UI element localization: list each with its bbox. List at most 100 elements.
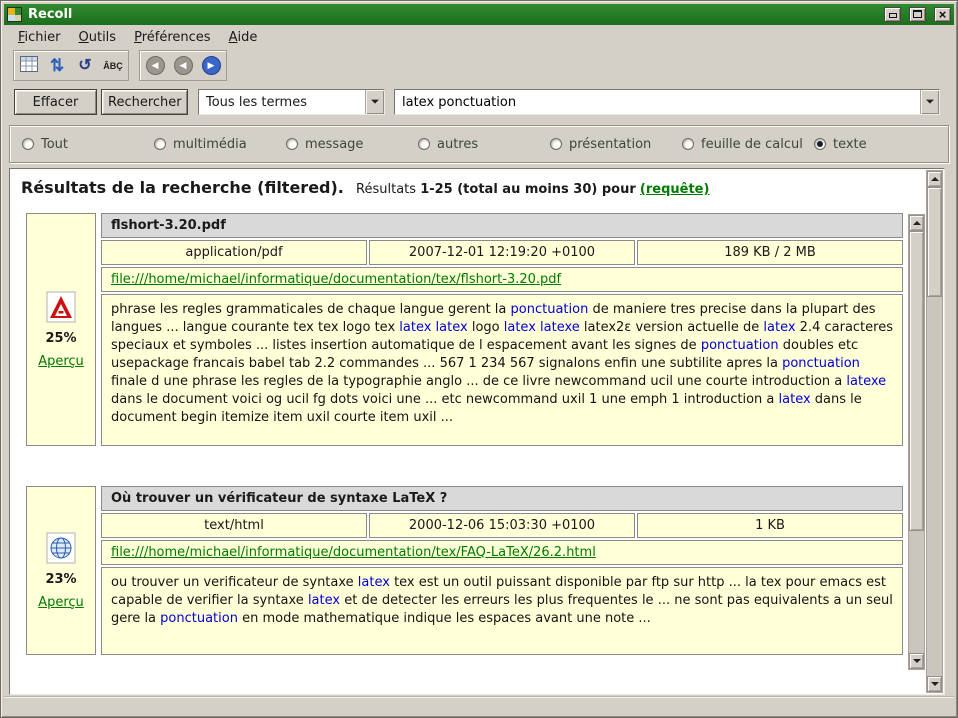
results-scrollbar[interactable] bbox=[926, 170, 943, 693]
radio-icon bbox=[22, 138, 34, 150]
filter-radio-feuille-de-calcul[interactable]: feuille de calcul bbox=[682, 137, 814, 152]
update-index-button[interactable]: ⇅ bbox=[44, 53, 70, 78]
close-button[interactable] bbox=[934, 7, 951, 22]
results-header: Résultats de la recherche (filtered). Ré… bbox=[21, 178, 907, 197]
filter-radio-multimedia[interactable]: multimédia bbox=[154, 137, 286, 152]
preview-link[interactable]: Aperçu bbox=[38, 354, 84, 369]
scroll-up-button[interactable] bbox=[909, 215, 924, 231]
query-link[interactable]: (requête) bbox=[640, 182, 710, 197]
scroll-thumb[interactable] bbox=[927, 187, 942, 297]
term-explorer-button[interactable]: ÂBÇ bbox=[100, 53, 126, 78]
scroll-thumb[interactable] bbox=[909, 231, 924, 531]
filter-radio-tout[interactable]: Tout bbox=[22, 137, 154, 152]
next-page-icon: ▶ bbox=[202, 56, 221, 75]
search-query-dropdown-button[interactable] bbox=[920, 90, 939, 114]
scroll-down-button[interactable] bbox=[909, 653, 924, 669]
search-term-highlight: latex bbox=[763, 320, 795, 335]
results-count-prefix: Résultats bbox=[356, 182, 416, 197]
result-url-row: file:///home/michael/informatique/docume… bbox=[101, 267, 903, 292]
filter-radio-texte[interactable]: texte bbox=[814, 137, 867, 152]
clear-button[interactable]: Effacer bbox=[14, 89, 97, 115]
filter-label: présentation bbox=[569, 137, 651, 152]
minimize-button[interactable] bbox=[884, 7, 901, 22]
menu-outils[interactable]: Outils bbox=[71, 28, 125, 47]
window-title: Recoll bbox=[28, 7, 876, 22]
radio-icon bbox=[682, 138, 694, 150]
result-url-link[interactable]: file:///home/michael/informatique/docume… bbox=[111, 545, 596, 560]
radio-icon bbox=[154, 138, 166, 150]
term-explorer-icon: ÂBÇ bbox=[103, 61, 123, 71]
search-query-combo[interactable] bbox=[394, 89, 940, 115]
next-page-button[interactable]: ▶ bbox=[198, 53, 224, 78]
result-mime: application/pdf bbox=[101, 240, 367, 265]
toolbar-group-main: ⇅ ↺ ÂBÇ bbox=[13, 50, 129, 81]
status-bar bbox=[4, 696, 954, 714]
scroll-down-button[interactable] bbox=[927, 676, 942, 692]
snippet-text: ou trouver un verificateur de syntaxe bbox=[111, 575, 358, 590]
html-icon bbox=[46, 532, 76, 564]
menu-aide[interactable]: Aide bbox=[221, 28, 266, 47]
result-title: flshort-3.20.pdf bbox=[101, 213, 903, 238]
result-info-row: application/pdf 2007-12-01 12:19:20 +010… bbox=[101, 240, 903, 265]
previous-page-button[interactable]: ◀ bbox=[170, 53, 196, 78]
pdf-icon bbox=[46, 291, 76, 323]
menubar: Fichier Outils Préférences Aide bbox=[5, 26, 953, 48]
snippet-text: logo bbox=[468, 320, 504, 335]
result-mime: text/html bbox=[101, 513, 367, 538]
filter-radio-autres[interactable]: autres bbox=[418, 137, 550, 152]
search-term-highlight: latex latex bbox=[399, 320, 467, 335]
relevance-percent: 25% bbox=[45, 331, 76, 346]
first-page-button[interactable]: ◀ bbox=[142, 53, 168, 78]
filter-label: message bbox=[305, 137, 363, 152]
list-scrollbar[interactable] bbox=[908, 214, 925, 670]
result-date: 2000-12-06 15:03:30 +0100 bbox=[369, 513, 635, 538]
menu-fichier[interactable]: Fichier bbox=[10, 28, 69, 47]
result-url-row: file:///home/michael/informatique/docume… bbox=[101, 540, 903, 565]
preview-link[interactable]: Aperçu bbox=[38, 595, 84, 610]
result-url-link[interactable]: file:///home/michael/informatique/docume… bbox=[111, 272, 561, 287]
maximize-button[interactable] bbox=[909, 7, 926, 22]
filter-radio-presentation[interactable]: présentation bbox=[550, 137, 682, 152]
filter-label: autres bbox=[437, 137, 478, 152]
search-query-input[interactable] bbox=[395, 95, 920, 110]
results-count: 1-25 (total au moins 30) pour bbox=[420, 182, 636, 197]
scroll-up-button[interactable] bbox=[927, 171, 942, 187]
search-term-highlight: latex latexe bbox=[504, 320, 580, 335]
results-title: Résultats de la recherche (filtered). bbox=[21, 178, 344, 197]
filter-radio-message[interactable]: message bbox=[286, 137, 418, 152]
menu-preferences[interactable]: Préférences bbox=[126, 28, 218, 47]
radio-icon bbox=[286, 138, 298, 150]
radio-icon bbox=[550, 138, 562, 150]
search-bar: Effacer Rechercher Tous les termes bbox=[1, 88, 957, 116]
toolbar: ⇅ ↺ ÂBÇ ◀ ◀ ▶ bbox=[5, 49, 953, 82]
titlebar[interactable]: Recoll bbox=[4, 4, 954, 25]
search-mode-dropdown-button[interactable] bbox=[365, 90, 384, 114]
snippet-text: en mode mathematique indique les espaces… bbox=[238, 611, 651, 626]
toolbar-group-nav: ◀ ◀ ▶ bbox=[139, 50, 227, 81]
first-page-icon: ◀ bbox=[146, 56, 165, 75]
filter-label: feuille de calcul bbox=[701, 137, 803, 152]
filter-bar: Tout multimédia message autres présentation f… bbox=[9, 125, 949, 163]
search-term-highlight: latex bbox=[358, 575, 390, 590]
search-mode-select[interactable]: Tous les termes bbox=[198, 89, 385, 115]
filter-label: texte bbox=[833, 137, 867, 152]
search-term-highlight: latex bbox=[779, 392, 811, 407]
app-icon bbox=[7, 7, 22, 22]
search-button[interactable]: Rechercher bbox=[101, 89, 188, 115]
relevance-percent: 23% bbox=[45, 572, 76, 587]
results-pane: Résultats de la recherche (filtered). Ré… bbox=[9, 168, 945, 695]
radio-icon bbox=[814, 138, 826, 150]
snippet-text: phrase les regles grammaticales de chaqu… bbox=[111, 302, 511, 317]
search-term-highlight: ponctuation bbox=[782, 356, 860, 371]
result-main: Où trouver un vérificateur de syntaxe La… bbox=[101, 486, 903, 655]
search-term-highlight: ponctuation bbox=[701, 338, 779, 353]
clear-search-button[interactable] bbox=[16, 53, 42, 78]
filter-label: multimédia bbox=[173, 137, 247, 152]
result-info-row: text/html 2000-12-06 15:03:30 +0100 1 KB bbox=[101, 513, 903, 538]
snippet-text: finale d une phrase les regles de la typ… bbox=[111, 374, 846, 389]
recoll-window: Recoll Fichier Outils Préférences Aide ⇅… bbox=[0, 0, 958, 718]
history-button[interactable]: ↺ bbox=[72, 53, 98, 78]
snippet-text: latex2ε version actuelle de bbox=[580, 320, 764, 335]
result-title: Où trouver un vérificateur de syntaxe La… bbox=[101, 486, 903, 511]
result-date: 2007-12-01 12:19:20 +0100 bbox=[369, 240, 635, 265]
